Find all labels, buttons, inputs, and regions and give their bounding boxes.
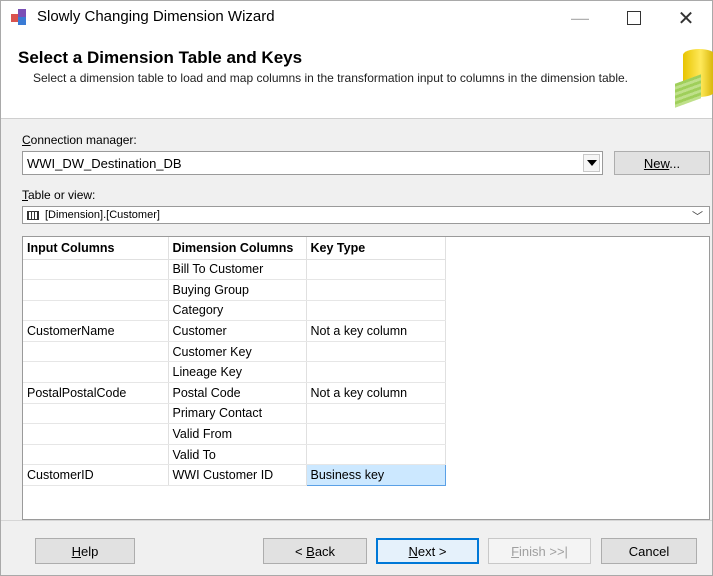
title-bar: Slowly Changing Dimension Wizard — ✕ xyxy=(1,1,712,35)
dimension-table-icon xyxy=(673,49,713,108)
mapping-table: Input Columns Dimension Columns Key Type… xyxy=(23,237,446,487)
table-row: Category xyxy=(23,300,446,322)
key-type-cell[interactable] xyxy=(306,403,446,425)
dimension-column-cell: Lineage Key xyxy=(168,361,307,384)
chevron-down-icon[interactable] xyxy=(583,154,600,172)
key-type-header: Key Type xyxy=(306,237,446,260)
table-row: Valid From xyxy=(23,423,446,445)
finish-button[interactable]: Finish >>| xyxy=(488,538,591,564)
input-column-cell[interactable] xyxy=(23,403,169,425)
dimension-columns-header: Dimension Columns xyxy=(168,237,307,260)
table-row: Lineage Key xyxy=(23,361,446,384)
input-column-cell[interactable]: CustomerName xyxy=(23,320,169,342)
key-type-cell[interactable] xyxy=(306,341,446,363)
dimension-column-cell: Customer xyxy=(168,320,307,342)
chevron-down-icon[interactable]: ﹀ xyxy=(692,208,703,223)
connection-manager-label: Connection manager: xyxy=(22,133,137,147)
input-column-cell[interactable] xyxy=(23,259,169,281)
key-type-cell[interactable] xyxy=(306,361,446,384)
mapping-header-row: Input Columns Dimension Columns Key Type xyxy=(23,237,446,260)
dimension-column-cell: Customer Key xyxy=(168,341,307,363)
input-column-cell[interactable] xyxy=(23,341,169,363)
wizard-window: Slowly Changing Dimension Wizard — ✕ Sel… xyxy=(0,0,713,576)
minimize-button[interactable]: — xyxy=(557,1,603,35)
dimension-column-cell: Valid To xyxy=(168,444,307,466)
dimension-column-cell: WWI Customer ID xyxy=(168,464,307,487)
table-row: Bill To Customer xyxy=(23,259,446,281)
table-row: CustomerName Customer Not a key column xyxy=(23,320,446,342)
key-type-cell-selected[interactable]: Business key xyxy=(305,464,446,487)
dimension-column-cell: Buying Group xyxy=(168,279,307,301)
back-button[interactable]: < Back xyxy=(263,538,367,564)
table-row: CustomerID WWI Customer ID Business key xyxy=(23,464,446,487)
table-row: Customer Key xyxy=(23,341,446,363)
table-row: Buying Group xyxy=(23,279,446,301)
key-type-cell[interactable]: Not a key column xyxy=(306,382,446,404)
table-or-view-value: [Dimension].[Customer] xyxy=(45,209,160,221)
key-type-cell[interactable] xyxy=(306,444,446,466)
dimension-column-cell: Postal Code xyxy=(168,382,307,404)
connection-manager-dropdown[interactable]: WWI_DW_Destination_DB xyxy=(22,151,603,175)
new-connection-button[interactable]: New... xyxy=(614,151,710,175)
wizard-header: Select a Dimension Table and Keys Select… xyxy=(1,35,713,119)
dimension-column-cell: Valid From xyxy=(168,423,307,445)
table-or-view-dropdown[interactable]: [Dimension].[Customer] ﹀ xyxy=(22,206,710,224)
maximize-button[interactable] xyxy=(611,1,657,35)
input-column-cell[interactable] xyxy=(23,279,169,301)
key-type-cell[interactable] xyxy=(306,279,446,301)
key-type-cell[interactable] xyxy=(306,259,446,281)
ssis-app-icon xyxy=(11,9,29,25)
table-row: PostalPostalCode Postal Code Not a key c… xyxy=(23,382,446,404)
input-column-cell[interactable] xyxy=(23,423,169,445)
table-row: Valid To xyxy=(23,444,446,466)
table-icon xyxy=(27,210,39,220)
maximize-icon xyxy=(627,11,641,25)
dimension-column-cell: Primary Contact xyxy=(168,403,307,425)
input-columns-header: Input Columns xyxy=(23,237,169,260)
window-title: Slowly Changing Dimension Wizard xyxy=(37,8,275,25)
input-column-cell[interactable] xyxy=(23,444,169,466)
input-column-cell[interactable]: CustomerID xyxy=(23,464,169,487)
input-column-cell[interactable] xyxy=(23,300,169,322)
table-row: Primary Contact xyxy=(23,403,446,425)
dimension-column-cell: Bill To Customer xyxy=(168,259,307,281)
input-column-cell[interactable]: PostalPostalCode xyxy=(23,382,169,404)
table-or-view-label: Table or view: xyxy=(22,188,96,202)
close-button[interactable]: ✕ xyxy=(663,1,709,35)
next-button[interactable]: Next > xyxy=(376,538,479,564)
key-type-cell[interactable] xyxy=(306,423,446,445)
connection-manager-value: WWI_DW_Destination_DB xyxy=(27,155,182,171)
footer-divider xyxy=(1,520,712,521)
page-title: Select a Dimension Table and Keys xyxy=(18,48,303,67)
dimension-column-cell: Category xyxy=(168,300,307,322)
page-description: Select a dimension table to load and map… xyxy=(33,71,629,85)
help-button[interactable]: Help xyxy=(35,538,135,564)
input-column-cell[interactable] xyxy=(23,361,169,384)
column-mapping-grid[interactable]: Input Columns Dimension Columns Key Type… xyxy=(22,236,710,520)
key-type-cell[interactable]: Not a key column xyxy=(306,320,446,342)
cancel-button[interactable]: Cancel xyxy=(601,538,697,564)
key-type-cell[interactable] xyxy=(306,300,446,322)
